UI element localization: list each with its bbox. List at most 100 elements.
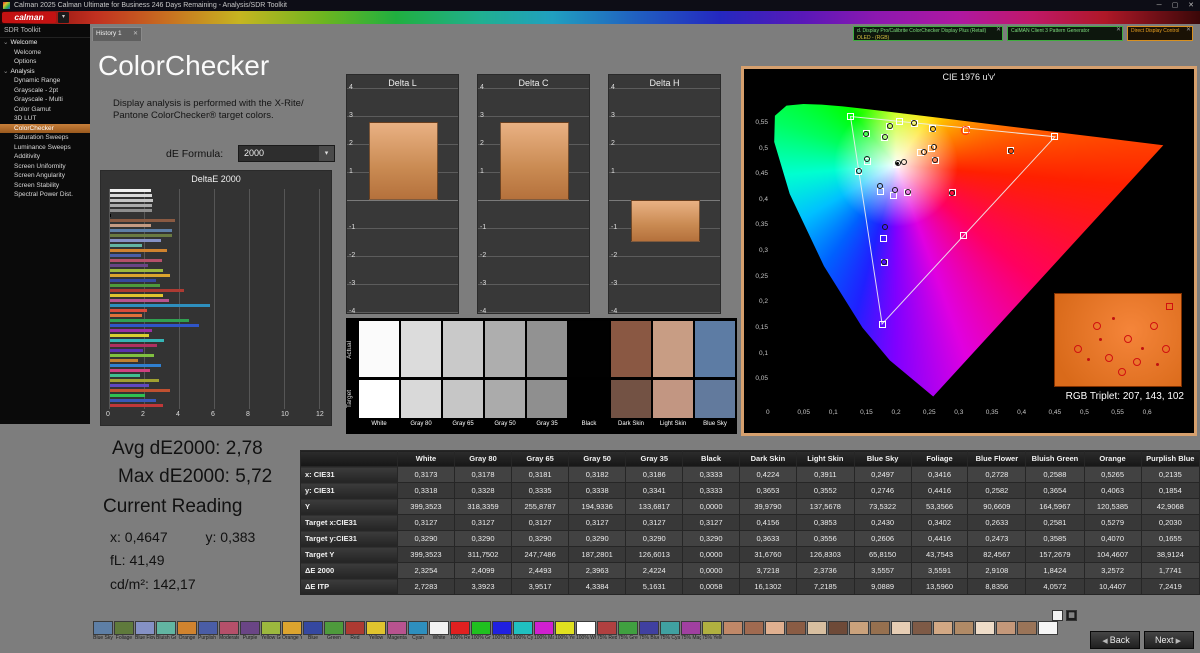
color-patch-cyan[interactable]: Cyan (408, 621, 428, 642)
color-patch-75-red[interactable]: 75% Red (597, 621, 617, 642)
color-patch-100-cyan[interactable]: 100% Cyan (513, 621, 533, 642)
target-swatch (527, 380, 567, 418)
next-button[interactable]: Next ▶ (1144, 631, 1194, 649)
color-patch[interactable] (933, 621, 953, 642)
sidebar-item-grayscale-multi[interactable]: Grayscale - Multi (0, 95, 90, 105)
color-patch-100-magenta[interactable]: 100% Magenta (534, 621, 554, 642)
color-patch-100-blue[interactable]: 100% Blue (492, 621, 512, 642)
color-patch-75-cyan[interactable]: 75% Cyan (660, 621, 680, 642)
sidebar-item-options[interactable]: Options (0, 57, 90, 67)
sidebar-item-welcome[interactable]: ⌄ Welcome (0, 38, 90, 48)
meter-button-calman-client-3-pattern-genera[interactable]: CalMAN Client 3 Pattern Generator ✕ (1007, 26, 1123, 41)
maximize-icon[interactable]: ▢ (1168, 0, 1182, 11)
sidebar-item-screen-uniformity[interactable]: Screen Uniformity (0, 162, 90, 172)
color-patch-75-green[interactable]: 75% Green (618, 621, 638, 642)
color-patch[interactable] (765, 621, 785, 642)
color-patch-orange-yellow[interactable]: Orange Yellow (282, 621, 302, 642)
color-patch-blue-flower[interactable]: Blue Flower (135, 621, 155, 642)
color-patch[interactable] (744, 621, 764, 642)
cie-target-square (896, 117, 904, 125)
color-patch-magenta[interactable]: Magenta (387, 621, 407, 642)
color-patch-75-blue[interactable]: 75% Blue (639, 621, 659, 642)
color-patch-bluish-green[interactable]: Bluish Green (156, 621, 176, 642)
color-patch-75-yellow[interactable]: 75% Yellow (702, 621, 722, 642)
color-patch-orange[interactable]: Orange (177, 621, 197, 642)
sidebar-item-grayscale-2pt[interactable]: Grayscale - 2pt (0, 86, 90, 96)
color-patch[interactable] (996, 621, 1016, 642)
color-patch-purplish-blue[interactable]: Purplish Blue (198, 621, 218, 642)
sidebar-item-dynamic-range[interactable]: Dynamic Range (0, 76, 90, 86)
color-patch[interactable] (828, 621, 848, 642)
table-cell: 82,4567 (967, 546, 1027, 563)
sidebar-item-color-gamut[interactable]: Color Gamut (0, 105, 90, 115)
tree-expand-icon[interactable]: ⌄ (3, 39, 8, 46)
grid-icon[interactable]: ▦ (1066, 610, 1077, 621)
close-icon[interactable]: ✕ (1186, 27, 1191, 34)
color-patch[interactable] (1017, 621, 1037, 642)
color-patch-100-white[interactable]: 100% White (576, 621, 596, 642)
sidebar-item-screen-angularity[interactable]: Screen Angularity (0, 171, 90, 181)
color-patch[interactable] (723, 621, 743, 642)
back-button[interactable]: ◀ Back (1090, 631, 1140, 649)
color-patch-foliage[interactable]: Foliage (114, 621, 134, 642)
color-patch[interactable] (807, 621, 827, 642)
close-icon[interactable]: ✕ (1116, 27, 1121, 34)
table-cell: 5,1631 (625, 578, 684, 595)
color-patch[interactable] (912, 621, 932, 642)
sidebar-item-label: Luminance Sweeps (14, 143, 71, 151)
meter-button-d-display-pro-calibrite-colorc[interactable]: d. Display Pro/Calibrite ColorChecker Di… (853, 26, 1003, 41)
de-formula-value: 2000 (244, 148, 265, 158)
color-patch-100-green[interactable]: 100% Green (471, 621, 491, 642)
axis-tick-label: -3 (611, 279, 618, 287)
color-patch-red[interactable]: Red (345, 621, 365, 642)
sidebar-item-analysis[interactable]: ⌄ Analysis (0, 67, 90, 77)
de-formula-select[interactable]: 2000 ▾ (238, 145, 335, 162)
cdm2-readout: cd/m²: 142,17 (110, 576, 196, 592)
close-icon[interactable]: ✕ (1184, 0, 1198, 11)
sidebar-item-3d-lut[interactable]: 3D LUT (0, 114, 90, 124)
meter-button-direct-display-control[interactable]: Direct Display Control ✕ (1127, 26, 1193, 41)
sidebar-item-welcome[interactable]: Welcome (0, 48, 90, 58)
color-patch-100-yellow[interactable]: 100% Yellow (555, 621, 575, 642)
max-de2000-label: Max dE2000: (118, 466, 230, 487)
cie-target-square (846, 112, 854, 120)
patch-swatch (786, 621, 806, 635)
color-patch-100-red[interactable]: 100% Red (450, 621, 470, 642)
patch-label (870, 635, 890, 642)
color-patch-white[interactable]: White (429, 621, 449, 642)
close-icon[interactable]: ✕ (133, 28, 138, 40)
color-patch-moderate-red[interactable]: Moderate Red (219, 621, 239, 642)
color-patch[interactable] (786, 621, 806, 642)
color-patch-yellow[interactable]: Yellow (366, 621, 386, 642)
color-patch-purple[interactable]: Purple (240, 621, 260, 642)
patch-swatch (828, 621, 848, 635)
sidebar-item-additivity[interactable]: Additivity (0, 152, 90, 162)
color-patch[interactable] (891, 621, 911, 642)
minimize-icon[interactable]: ─ (1152, 0, 1166, 11)
tab-history-1[interactable]: History 1 ✕ (92, 27, 142, 41)
table-cell: 104,4607 (1083, 546, 1142, 563)
color-patch[interactable] (954, 621, 974, 642)
tree-expand-icon[interactable]: ⌄ (3, 68, 8, 75)
sidebar-item-saturation-sweeps[interactable]: Saturation Sweeps (0, 133, 90, 143)
color-patch[interactable] (849, 621, 869, 642)
chevron-down-icon[interactable]: ▾ (58, 12, 69, 23)
color-patch-blue[interactable]: Blue (303, 621, 323, 642)
color-patch-75-magenta[interactable]: 75% Magenta (681, 621, 701, 642)
patch-label: 75% Red (597, 635, 617, 641)
current-patch-preview[interactable] (1052, 610, 1063, 621)
sidebar-item-colorchecker[interactable]: ColorChecker (0, 123, 90, 133)
sidebar-item-spectral-power-dist[interactable]: Spectral Power Dist. (0, 190, 90, 200)
calman-menu-button[interactable]: calman (2, 12, 56, 23)
sidebar-item-screen-stability[interactable]: Screen Stability (0, 181, 90, 191)
color-patch[interactable] (975, 621, 995, 642)
color-patch-blue-sky[interactable]: Blue Sky (93, 621, 113, 642)
color-patch-yellow-green[interactable]: Yellow Green (261, 621, 281, 642)
color-patch-green[interactable]: Green (324, 621, 344, 642)
patch-label: 75% Yellow (702, 635, 722, 641)
close-icon[interactable]: ✕ (996, 27, 1001, 34)
color-patch[interactable] (1038, 621, 1058, 642)
color-patch[interactable] (870, 621, 890, 642)
gridline (319, 189, 320, 409)
sidebar-item-luminance-sweeps[interactable]: Luminance Sweeps (0, 143, 90, 153)
